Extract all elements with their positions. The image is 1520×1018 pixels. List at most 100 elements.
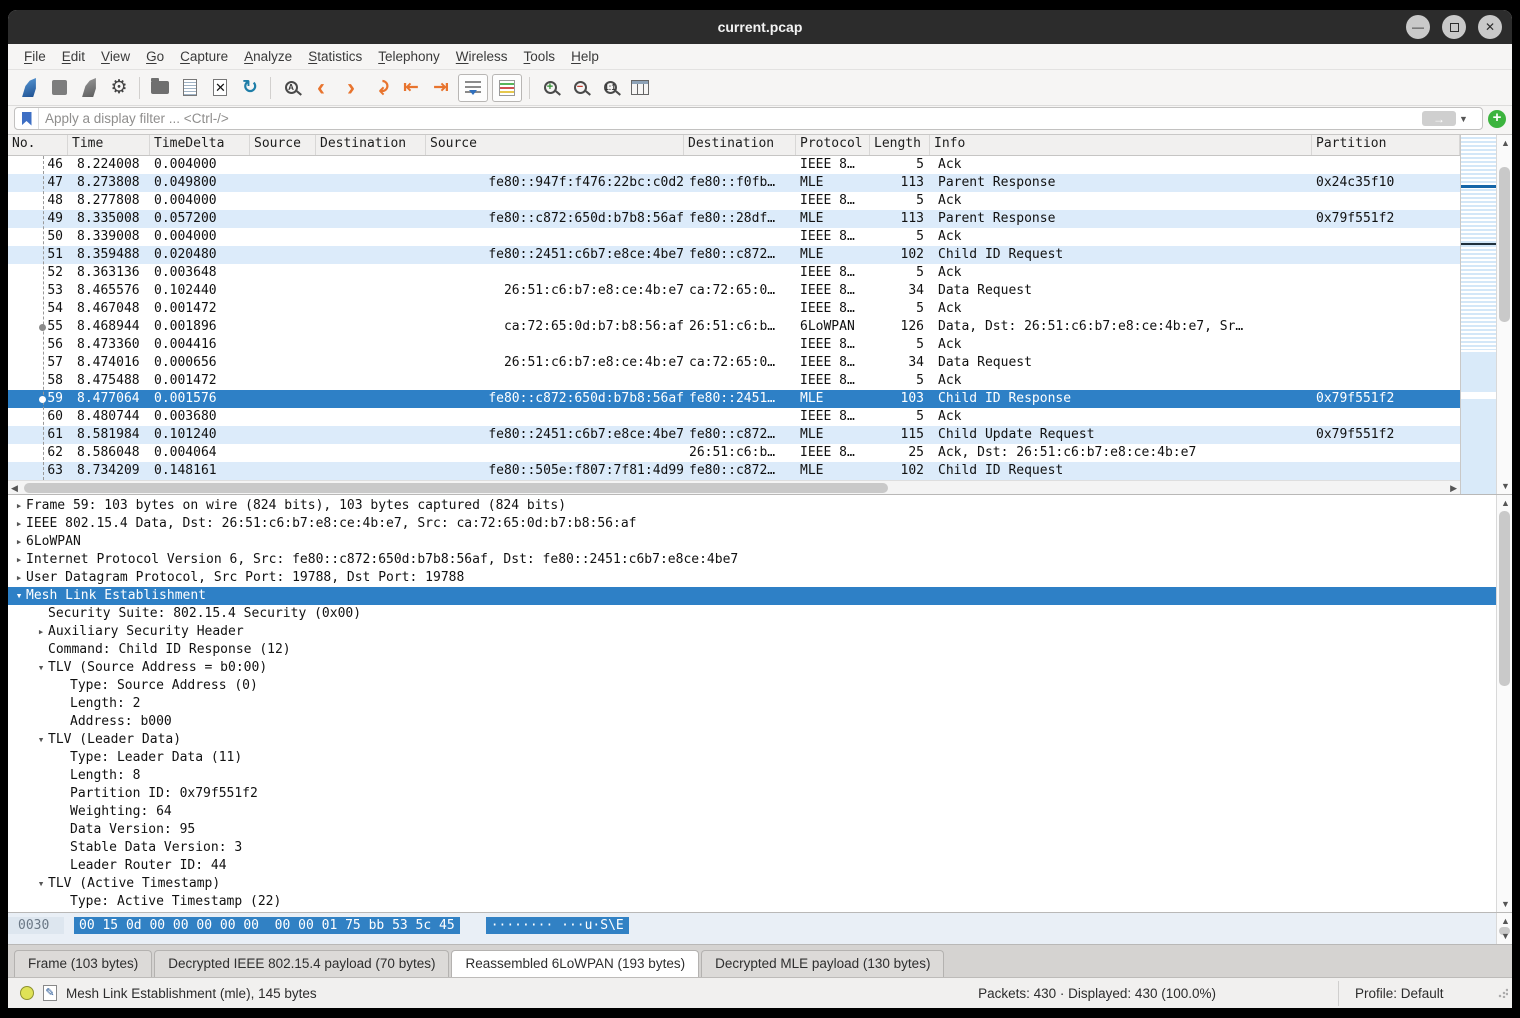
scroll-up-icon[interactable]: ▲ [1501, 914, 1510, 928]
column-header-time[interactable]: Time [68, 135, 150, 155]
detail-line[interactable]: ▸Internet Protocol Version 6, Src: fe80:… [8, 551, 1496, 569]
column-header-timedelta[interactable]: TimeDelta [150, 135, 250, 155]
scroll-down-icon[interactable]: ▼ [1501, 479, 1510, 493]
details-vscrollbar[interactable]: ▲ ▼ [1496, 495, 1512, 912]
display-filter-input[interactable] [39, 111, 1422, 126]
filter-dropdown-caret-icon[interactable]: ▼ [1459, 114, 1468, 124]
packet-row-59[interactable]: 598.4770640.001576fe80::c872:650d:b7b8:5… [8, 390, 1460, 408]
packet-row-46[interactable]: 468.2240080.004000IEEE 8…5Ack [8, 156, 1460, 174]
scroll-left-icon[interactable]: ◀ [11, 481, 18, 495]
tree-expanded-icon[interactable]: ▾ [34, 731, 48, 749]
last-packet-button[interactable]: ⇥ [426, 73, 456, 103]
column-header-source[interactable]: Source [426, 135, 684, 155]
packet-row-52[interactable]: 528.3631360.003648IEEE 8…5Ack [8, 264, 1460, 282]
detail-line[interactable]: ▾TLV (Source Address = b0:00) [8, 659, 1496, 677]
byteview-tab[interactable]: Decrypted IEEE 802.15.4 payload (70 byte… [154, 950, 449, 977]
packet-row-47[interactable]: 478.2738080.049800fe80::947f:f476:22bc:c… [8, 174, 1460, 192]
colorize-button[interactable] [492, 74, 522, 102]
detail-line[interactable]: Stable Data Version: 3 [8, 839, 1496, 857]
packet-row-56[interactable]: 568.4733600.004416IEEE 8…5Ack [8, 336, 1460, 354]
tree-collapsed-icon[interactable]: ▸ [34, 623, 48, 641]
save-file-button[interactable] [175, 73, 205, 103]
close-file-button[interactable]: ✕ [205, 73, 235, 103]
menu-capture[interactable]: Capture [172, 45, 236, 69]
tree-expanded-icon[interactable]: ▾ [34, 875, 48, 893]
column-header-source[interactable]: Source [250, 135, 316, 155]
detail-line[interactable]: ▸Frame 59: 103 bytes on wire (824 bits),… [8, 497, 1496, 515]
scroll-up-icon[interactable]: ▲ [1501, 496, 1510, 510]
profile-text[interactable]: Profile: Default [1338, 981, 1498, 1006]
tree-collapsed-icon[interactable]: ▸ [12, 515, 26, 533]
menu-statistics[interactable]: Statistics [300, 45, 370, 69]
detail-line[interactable]: Weighting: 64 [8, 803, 1496, 821]
scroll-down-icon[interactable]: ▼ [1501, 929, 1510, 943]
detail-line[interactable]: Type: Active Timestamp (22) [8, 893, 1496, 911]
menu-edit[interactable]: Edit [54, 45, 93, 69]
packet-row-54[interactable]: 548.4670480.001472IEEE 8…5Ack [8, 300, 1460, 318]
scroll-up-icon[interactable]: ▲ [1501, 136, 1510, 150]
packet-row-49[interactable]: 498.3350080.057200fe80::c872:650d:b7b8:5… [8, 210, 1460, 228]
apply-filter-arrow-icon[interactable]: → [1422, 111, 1456, 126]
go-back-button[interactable]: ‹ [306, 73, 336, 103]
column-header-destination[interactable]: Destination [684, 135, 796, 155]
packet-list-vscrollbar[interactable]: ▲ ▼ [1496, 135, 1512, 494]
detail-line[interactable]: Length: 8 [8, 767, 1496, 785]
start-capture-button[interactable] [14, 73, 44, 103]
hscrollbar-thumb[interactable] [24, 483, 888, 493]
menu-go[interactable]: Go [138, 45, 172, 69]
detail-line[interactable]: Type: Leader Data (11) [8, 749, 1496, 767]
vscrollbar-thumb[interactable] [1499, 511, 1510, 686]
byteview-tab[interactable]: Frame (103 bytes) [14, 950, 152, 977]
menu-telephony[interactable]: Telephony [370, 45, 448, 69]
packet-row-51[interactable]: 518.3594880.020480fe80::2451:c6b7:e8ce:4… [8, 246, 1460, 264]
detail-line[interactable]: ▾TLV (Active Timestamp) [8, 875, 1496, 893]
vscrollbar-thumb[interactable] [1499, 167, 1510, 321]
hex-vscrollbar[interactable]: ▲ ▼ [1496, 913, 1512, 944]
packet-row-58[interactable]: 588.4754880.001472IEEE 8…5Ack [8, 372, 1460, 390]
detail-line[interactable]: ▸6LoWPAN [8, 533, 1496, 551]
detail-line[interactable]: Length: 8 [8, 911, 1496, 912]
add-filter-button[interactable]: + [1488, 110, 1506, 128]
resize-columns-button[interactable] [625, 73, 655, 103]
packet-list-hscrollbar[interactable]: ◀ ▶ [8, 480, 1460, 494]
zoom-in-button[interactable]: + [535, 73, 565, 103]
detail-line[interactable]: Command: Child ID Response (12) [8, 641, 1496, 659]
find-packet-button[interactable]: A [276, 73, 306, 103]
packet-row-63[interactable]: 638.7342090.148161fe80::505e:f807:7f81:4… [8, 462, 1460, 480]
column-header-length[interactable]: Length [870, 135, 930, 155]
column-header-partition[interactable]: Partition [1312, 135, 1460, 155]
go-forward-button[interactable]: › [336, 73, 366, 103]
detail-line[interactable]: Leader Router ID: 44 [8, 857, 1496, 875]
menu-help[interactable]: Help [563, 45, 607, 69]
menu-analyze[interactable]: Analyze [236, 45, 300, 69]
menu-view[interactable]: View [93, 45, 138, 69]
scroll-down-icon[interactable]: ▼ [1501, 897, 1510, 911]
packet-row-60[interactable]: 608.4807440.003680IEEE 8…5Ack [8, 408, 1460, 426]
tree-collapsed-icon[interactable]: ▸ [12, 569, 26, 587]
packet-row-50[interactable]: 508.3390080.004000IEEE 8…5Ack [8, 228, 1460, 246]
restart-capture-button[interactable] [74, 73, 104, 103]
menu-tools[interactable]: Tools [516, 45, 564, 69]
detail-line[interactable]: Address: b000 [8, 713, 1496, 731]
hex-bytes-highlighted[interactable]: 00 15 0d 00 00 00 00 00 00 00 01 75 bb 5… [74, 917, 460, 934]
detail-line[interactable]: Data Version: 95 [8, 821, 1496, 839]
tree-collapsed-icon[interactable]: ▸ [12, 533, 26, 551]
packet-row-55[interactable]: 558.4689440.001896ca:72:65:0d:b7:b8:56:a… [8, 318, 1460, 336]
filter-bookmark-button[interactable] [15, 108, 39, 129]
packet-row-48[interactable]: 488.2778080.004000IEEE 8…5Ack [8, 192, 1460, 210]
detail-line[interactable]: ▾TLV (Leader Data) [8, 731, 1496, 749]
zoom-original-button[interactable]: 1:1 [595, 73, 625, 103]
close-icon[interactable]: ✕ [1478, 15, 1502, 39]
tree-expanded-icon[interactable]: ▾ [12, 587, 26, 605]
stop-capture-button[interactable] [44, 73, 74, 103]
packet-row-57[interactable]: 578.4740160.00065626:51:c6:b7:e8:ce:4b:e… [8, 354, 1460, 372]
column-header-destination[interactable]: Destination [316, 135, 426, 155]
scroll-right-icon[interactable]: ▶ [1450, 481, 1457, 495]
hex-ascii-highlighted[interactable]: ········ ···u·S\E [486, 917, 629, 934]
tree-collapsed-icon[interactable]: ▸ [12, 551, 26, 569]
menu-file[interactable]: File [16, 45, 54, 69]
tree-collapsed-icon[interactable]: ▸ [12, 497, 26, 515]
detail-line[interactable]: ▸Auxiliary Security Header [8, 623, 1496, 641]
reload-button[interactable]: ↻ [235, 73, 265, 103]
capture-options-button[interactable]: ⚙ [104, 73, 134, 103]
